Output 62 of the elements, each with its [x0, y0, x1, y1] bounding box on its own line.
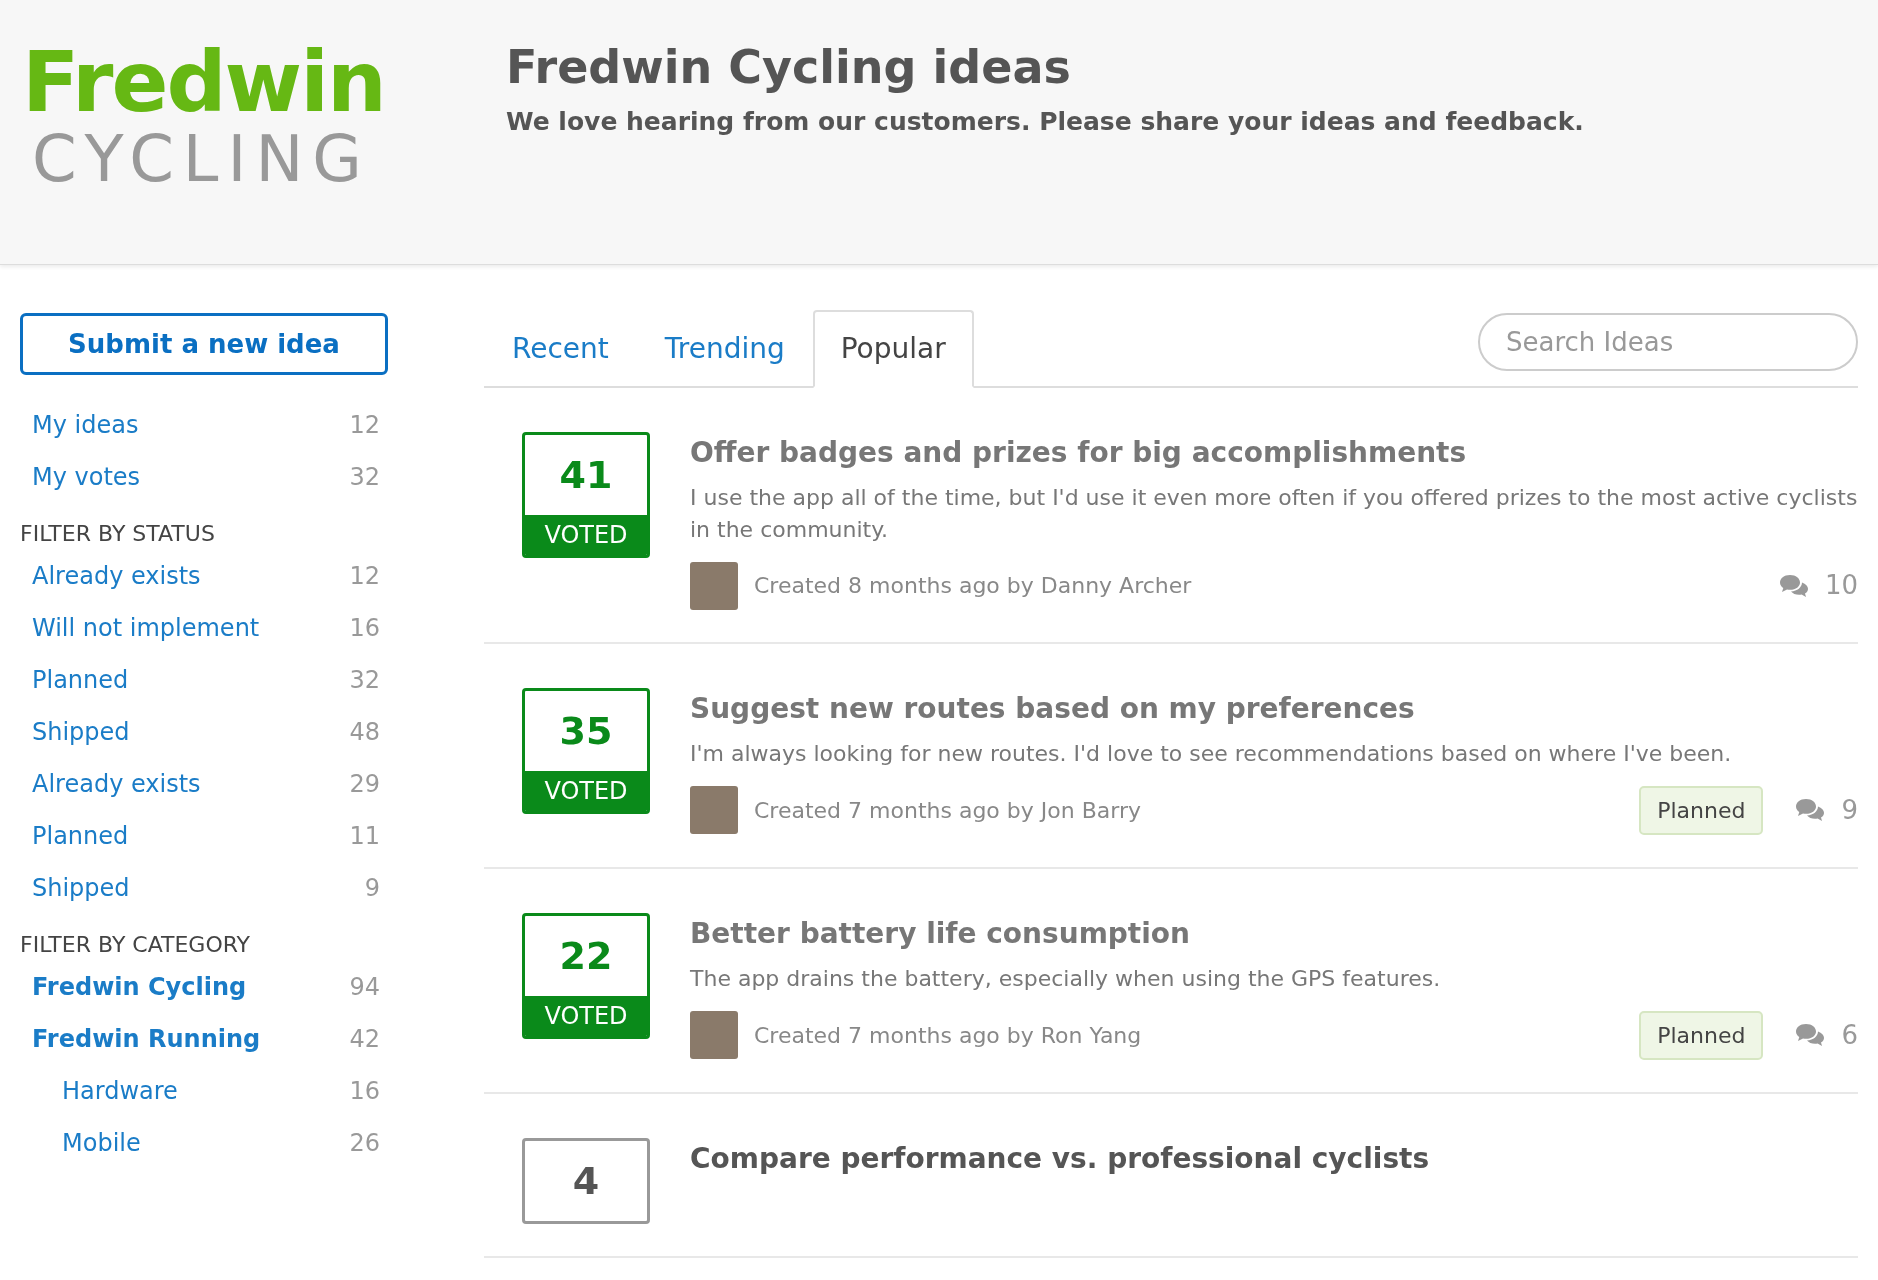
comments-icon	[1778, 573, 1809, 598]
page-title: Fredwin Cycling ideas	[506, 40, 1072, 96]
sidebar-link[interactable]: Planned	[32, 662, 129, 698]
logo-subtitle: CYCLING	[31, 124, 372, 195]
section-heading: FILTER BY STATUS	[20, 520, 216, 548]
sidebar-link[interactable]: Already exists	[32, 558, 201, 594]
sidebar-link[interactable]: Will not implement	[32, 610, 260, 646]
sidebar-link[interactable]: Already exists	[32, 766, 201, 802]
item-count: 32	[349, 462, 380, 493]
sidebar-link[interactable]: My votes	[32, 459, 141, 495]
item-count: 48	[349, 717, 380, 748]
comment-count: 6	[1841, 1018, 1858, 1052]
submit-idea-button[interactable]: Submit a new idea	[20, 313, 388, 375]
avatar-placeholder	[690, 1011, 738, 1060]
logo-wordmark: Fredwin	[22, 40, 386, 124]
idea-title[interactable]: Better battery life consumption	[690, 912, 1858, 955]
vote-counter[interactable]: 22 VOTED	[522, 912, 650, 1039]
idea-title[interactable]: Compare performance vs. professional cyclists	[690, 1137, 1858, 1180]
item-count: 11	[349, 821, 380, 852]
idea-author-line: Created 8 months ago by Danny Archer	[754, 572, 1193, 601]
idea-description: The app drains the battery, especially when using the GPS features.	[690, 964, 1442, 993]
vote-counter[interactable]: 41 VOTED	[522, 432, 650, 558]
tab[interactable]: Recent	[484, 310, 637, 388]
vote-counter[interactable]: 4	[522, 1137, 650, 1224]
item-count: 16	[349, 613, 380, 644]
idea-description: I use the app all of the time, but I'd use it even more often if you offered prizes to the most active cyclists in the community.	[690, 484, 1858, 544]
tab[interactable]: Popular	[812, 310, 974, 388]
item-count: 42	[349, 1024, 380, 1055]
sidebar-link[interactable]: Planned	[32, 818, 129, 854]
search-field[interactable]: Search Ideas	[1478, 313, 1858, 371]
avatar-placeholder	[690, 786, 738, 835]
item-count: 29	[349, 769, 380, 800]
idea-title[interactable]: Offer badges and prizes for big accomplishments	[690, 432, 1858, 474]
tab[interactable]: Trending	[636, 310, 813, 388]
item-count: 26	[349, 1128, 380, 1159]
sidebar-link[interactable]: Fredwin Cycling	[32, 969, 247, 1005]
comments-icon	[1795, 798, 1826, 823]
item-count: 12	[349, 410, 380, 441]
section-heading: FILTER BY CATEGORY	[20, 931, 252, 959]
idea-author-line: Created 7 months ago by Ron Yang	[754, 1021, 1143, 1050]
comment-count: 9	[1841, 793, 1858, 827]
sidebar-link[interactable]: Mobile	[32, 1125, 141, 1161]
avatar-placeholder	[690, 561, 738, 610]
sidebar-link[interactable]: Shipped	[32, 870, 130, 906]
sidebar-link[interactable]: Shipped	[32, 714, 130, 750]
sidebar-link[interactable]: Hardware	[32, 1073, 178, 1109]
page-tagline: We love hearing from our customers. Please share your ideas and feedback.	[506, 106, 1584, 139]
status-tag: Planned	[1639, 1010, 1764, 1060]
comments-icon	[1795, 1023, 1826, 1048]
item-count: 32	[349, 665, 380, 696]
idea-title[interactable]: Suggest new routes based on my preferences	[690, 687, 1858, 730]
sidebar-link[interactable]: My ideas	[32, 407, 139, 443]
idea-description: I'm always looking for new routes. I'd love to see recommendations based on where I've been.	[690, 739, 1733, 768]
vote-counter[interactable]: 35 VOTED	[522, 687, 650, 814]
status-tag: Planned	[1639, 785, 1764, 835]
item-count: 12	[349, 561, 380, 592]
item-count: 16	[349, 1076, 380, 1107]
comment-count: 10	[1824, 569, 1858, 603]
item-count: 9	[364, 873, 380, 904]
item-count: 94	[349, 972, 380, 1003]
sidebar-link[interactable]: Fredwin Running	[32, 1021, 261, 1057]
idea-author-line: Created 7 months ago by Jon Barry	[754, 796, 1142, 825]
